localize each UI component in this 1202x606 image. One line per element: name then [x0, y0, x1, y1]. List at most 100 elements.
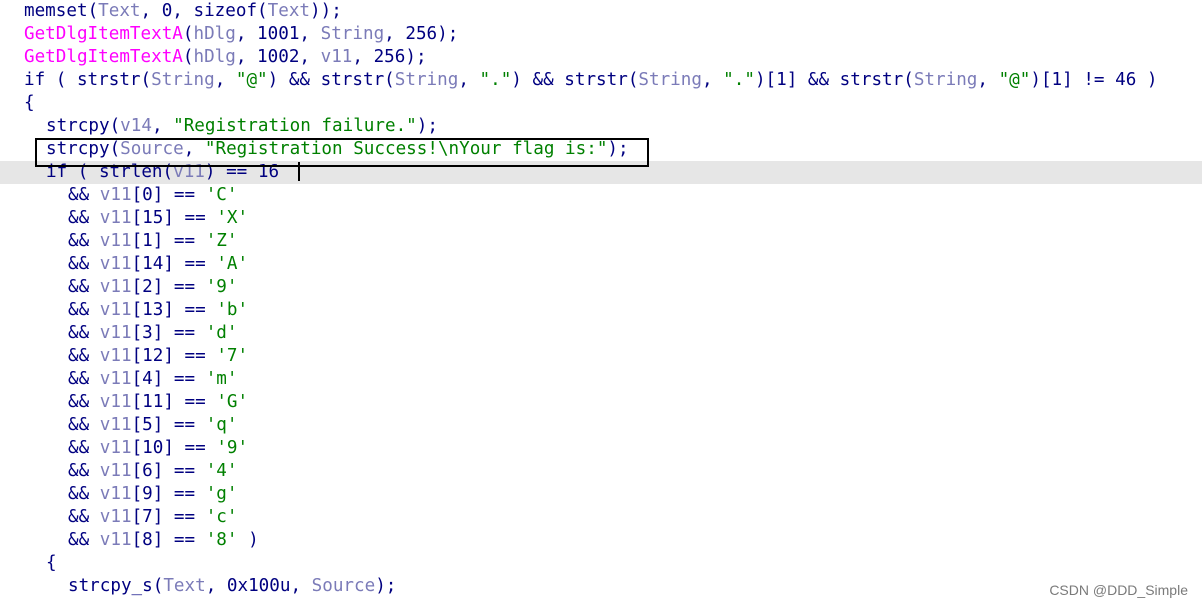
code-token-str: 'G': [216, 392, 249, 412]
code-token-op: ,: [183, 139, 205, 159]
code-token-op: &&: [68, 438, 100, 458]
code-token-var: v11: [99, 277, 132, 297]
code-token-op: &&: [68, 185, 100, 205]
code-line[interactable]: && v11[9] == 'g': [0, 483, 1202, 506]
code-line[interactable]: {: [0, 92, 1202, 115]
code-token-api: GetDlgItemTextA: [24, 24, 183, 44]
code-token-op: , 0, sizeof(: [140, 1, 268, 21]
code-line[interactable]: GetDlgItemTextA(hDlg, 1001, String, 256)…: [0, 23, 1202, 46]
code-token-var: String: [638, 70, 702, 90]
code-token-op: &&: [68, 300, 100, 320]
code-token-var: Source: [120, 139, 184, 159]
code-line[interactable]: && v11[1] == 'Z': [0, 230, 1202, 253]
code-token-var: Source: [311, 576, 376, 596]
code-line[interactable]: && v11[5] == 'q': [0, 414, 1202, 437]
code-token-var: hDlg: [193, 24, 236, 44]
code-token-op: &&: [68, 208, 100, 228]
code-line[interactable]: && v11[0] == 'C': [0, 184, 1202, 207]
code-token-op: )[1] != 46 ): [1030, 70, 1158, 90]
code-token-op: ,: [701, 70, 724, 90]
code-line[interactable]: && v11[15] == 'X': [0, 207, 1202, 230]
code-token-str: 'g': [205, 484, 238, 504]
code-token-var: v11: [99, 369, 132, 389]
code-token-str: 'C': [205, 185, 238, 205]
code-line[interactable]: strcpy_s(Text, 0x100u, Source);: [0, 575, 1202, 598]
code-token-op: , 1001,: [235, 24, 321, 44]
code-line[interactable]: {: [0, 552, 1202, 575]
code-token-str: ".": [479, 70, 512, 90]
code-line[interactable]: strcpy(Source, "Registration Success!\nY…: [0, 138, 1202, 161]
code-token-op: &&: [68, 346, 100, 366]
code-line[interactable]: && v11[13] == 'b': [0, 299, 1202, 322]
code-editor[interactable]: memset(Text, 0, sizeof(Text)); GetDlgItem…: [0, 0, 1202, 598]
code-token-str: 'A': [216, 254, 249, 274]
code-token-var: v11: [99, 185, 132, 205]
code-token-var: String: [913, 70, 978, 90]
code-token-var: v11: [99, 530, 132, 550]
code-line[interactable]: GetDlgItemTextA(hDlg, 1002, v11, 256);: [0, 46, 1202, 69]
code-token-op: [12] ==: [131, 346, 217, 366]
code-token-op: [5] ==: [131, 415, 206, 435]
code-token-op: (: [109, 116, 121, 136]
code-token-str: 'c': [205, 507, 238, 527]
code-token-op: ) == 16: [204, 162, 280, 182]
code-token-var: String: [151, 70, 215, 90]
code-token-op: (: [182, 24, 194, 44]
code-line[interactable]: && v11[12] == '7': [0, 345, 1202, 368]
code-line[interactable]: && v11[6] == '4': [0, 460, 1202, 483]
text-caret: [298, 162, 300, 181]
code-token-api: GetDlgItemTextA: [24, 47, 183, 67]
code-token-str: '7': [216, 346, 249, 366]
code-token-var: hDlg: [193, 47, 236, 67]
code-line[interactable]: strcpy(v14, "Registration failure.");: [0, 115, 1202, 138]
code-line[interactable]: && v11[14] == 'A': [0, 253, 1202, 276]
code-token-op: &&: [68, 415, 100, 435]
code-line[interactable]: && v11[8] == '8' ): [0, 529, 1202, 552]
code-token-op: &&: [68, 277, 100, 297]
code-token-var: v11: [99, 461, 132, 481]
code-token-op: [4] ==: [131, 369, 206, 389]
code-token-op: ) && strstr(: [267, 70, 395, 90]
code-token-op: ) && strstr(: [511, 70, 639, 90]
code-token-op: &&: [68, 461, 100, 481]
code-line[interactable]: if ( strstr(String, "@") && strstr(Strin…: [0, 69, 1202, 92]
code-token-op: {: [24, 93, 35, 113]
code-line[interactable]: if ( strlen(v11) == 16: [0, 161, 1202, 184]
code-line[interactable]: && v11[10] == '9': [0, 437, 1202, 460]
code-token-op: [7] ==: [131, 507, 206, 527]
code-token-var: v11: [99, 438, 132, 458]
code-line[interactable]: && v11[4] == 'm': [0, 368, 1202, 391]
code-token-op: ): [237, 530, 259, 550]
code-token-op: , 0x100u,: [205, 576, 312, 596]
code-token-op: , 256);: [352, 47, 427, 67]
code-line[interactable]: && v11[2] == '9': [0, 276, 1202, 299]
code-token-var: Text: [98, 1, 141, 21]
code-token-var: v11: [99, 254, 132, 274]
code-token-op: );: [607, 139, 629, 159]
code-line[interactable]: && v11[7] == 'c': [0, 506, 1202, 529]
code-token-str: '9': [205, 277, 238, 297]
code-token-op: &&: [68, 369, 100, 389]
code-token-op: , 256);: [384, 24, 459, 44]
code-token-op: ));: [310, 1, 342, 21]
code-line[interactable]: && v11[3] == 'd': [0, 322, 1202, 345]
code-token-var: v11: [320, 47, 353, 67]
code-token-op: {: [46, 553, 57, 573]
code-token-var: String: [320, 24, 385, 44]
code-token-op: ,: [458, 70, 480, 90]
code-token-op: [14] ==: [131, 254, 217, 274]
code-token-var: Text: [267, 1, 311, 21]
code-token-var: Text: [163, 576, 206, 596]
code-token-str: '4': [205, 461, 238, 481]
code-token-op: &&: [68, 231, 100, 251]
code-line[interactable]: memset(Text, 0, sizeof(Text));: [0, 0, 1202, 23]
code-token-str: "@": [235, 70, 268, 90]
code-token-var: v11: [99, 323, 132, 343]
code-line[interactable]: && v11[11] == 'G': [0, 391, 1202, 414]
code-token-op: [10] ==: [131, 438, 217, 458]
code-token-op: )[1] && strstr(: [754, 70, 914, 90]
code-token-op: ( strlen(: [67, 162, 174, 182]
code-token-op: &&: [68, 484, 100, 504]
code-token-str: "Registration Success!\nYour flag is:": [204, 139, 608, 159]
code-token-var: v11: [99, 415, 132, 435]
